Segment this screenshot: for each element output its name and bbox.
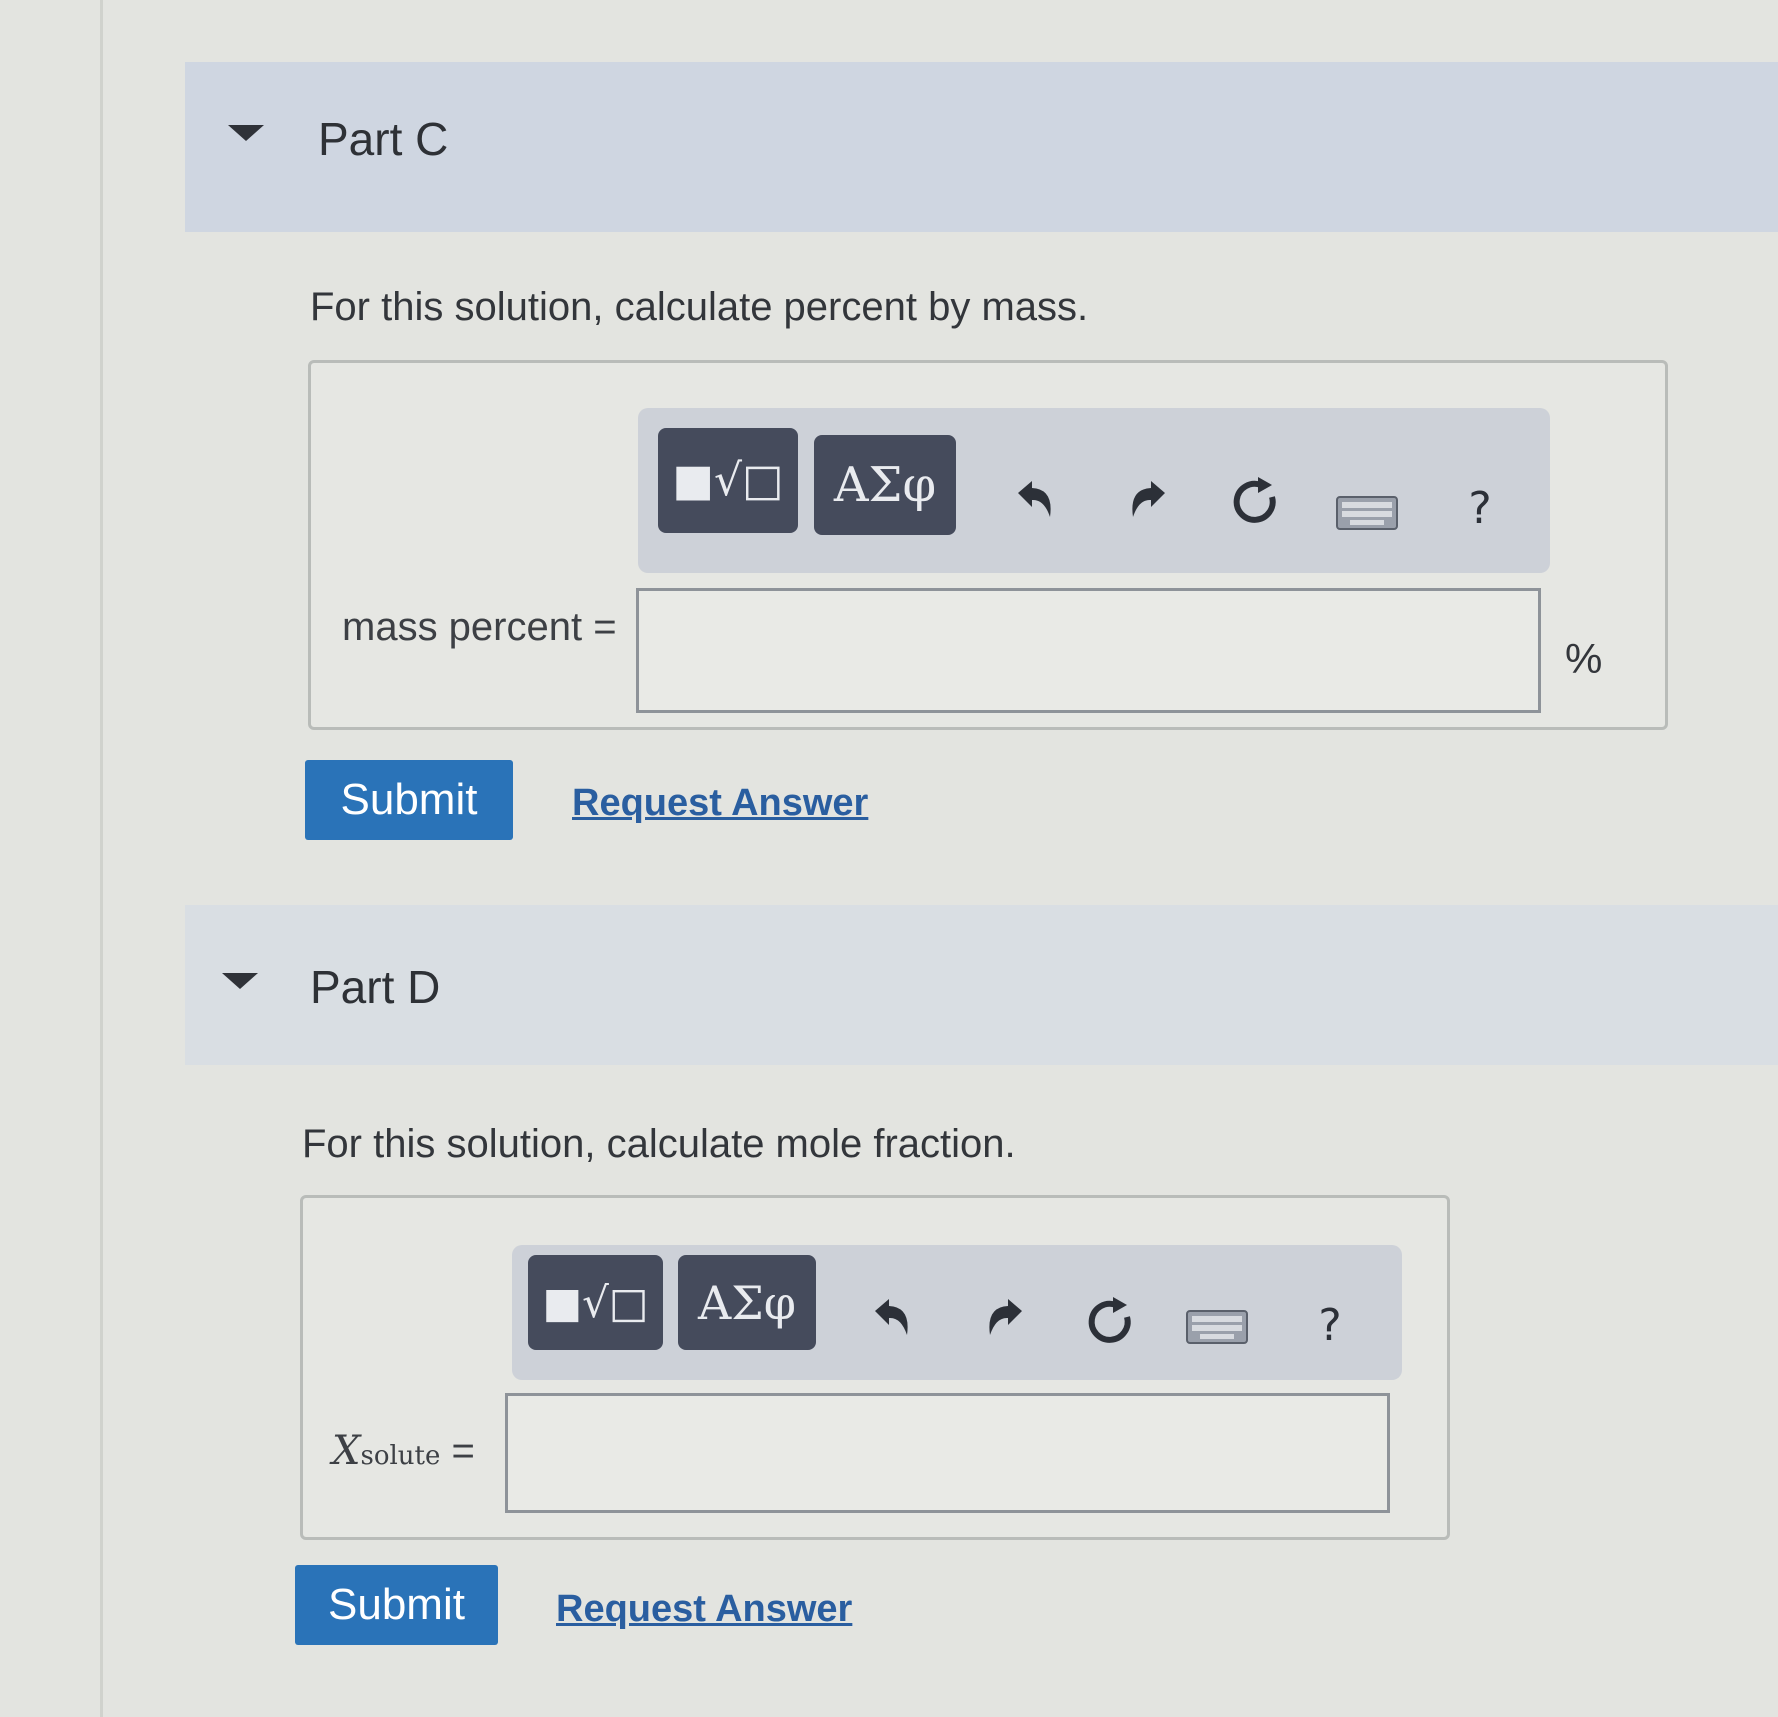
collapse-caret-icon[interactable] <box>222 973 258 989</box>
equals-sign: = <box>451 1429 475 1473</box>
collapse-caret-icon[interactable] <box>228 125 264 141</box>
mole-fraction-input[interactable] <box>505 1393 1390 1513</box>
redo-icon[interactable] <box>975 1288 1035 1348</box>
left-divider <box>100 0 103 1717</box>
symbols-button[interactable]: ΑΣφ <box>814 435 956 535</box>
page: Part C For this solution, calculate perc… <box>0 0 1778 1717</box>
help-icon[interactable]: ? <box>1305 1295 1355 1355</box>
templates-button[interactable]: ■√□ <box>528 1255 663 1350</box>
reset-icon[interactable] <box>1080 1292 1140 1352</box>
chi-symbol: X <box>332 1428 361 1474</box>
mole-fraction-label: Xsolute = <box>332 1428 475 1474</box>
part-c-request-answer-link[interactable]: Request Answer <box>572 782 868 825</box>
mass-percent-label: mass percent = <box>342 605 617 649</box>
part-c-submit-button[interactable]: Submit <box>305 760 513 840</box>
help-icon[interactable]: ? <box>1455 478 1505 538</box>
keyboard-icon[interactable] <box>1185 1308 1249 1346</box>
mass-percent-input[interactable] <box>636 588 1541 713</box>
part-d-submit-button[interactable]: Submit <box>295 1565 498 1645</box>
part-d-title: Part D <box>310 961 441 1013</box>
part-d-request-answer-link[interactable]: Request Answer <box>556 1588 852 1631</box>
solute-subscript: solute <box>360 1441 441 1471</box>
part-c-title: Part C <box>318 113 449 165</box>
part-d-prompt: For this solution, calculate mole fracti… <box>302 1122 1016 1166</box>
symbols-button[interactable]: ΑΣφ <box>678 1255 816 1350</box>
reset-icon[interactable] <box>1225 472 1285 532</box>
undo-icon[interactable] <box>1005 470 1065 530</box>
percent-unit: % <box>1565 635 1603 682</box>
redo-icon[interactable] <box>1118 470 1178 530</box>
undo-icon[interactable] <box>862 1288 922 1348</box>
templates-button[interactable]: ■√□ <box>658 428 798 533</box>
part-c-prompt: For this solution, calculate percent by … <box>310 285 1089 329</box>
keyboard-icon[interactable] <box>1335 494 1399 532</box>
